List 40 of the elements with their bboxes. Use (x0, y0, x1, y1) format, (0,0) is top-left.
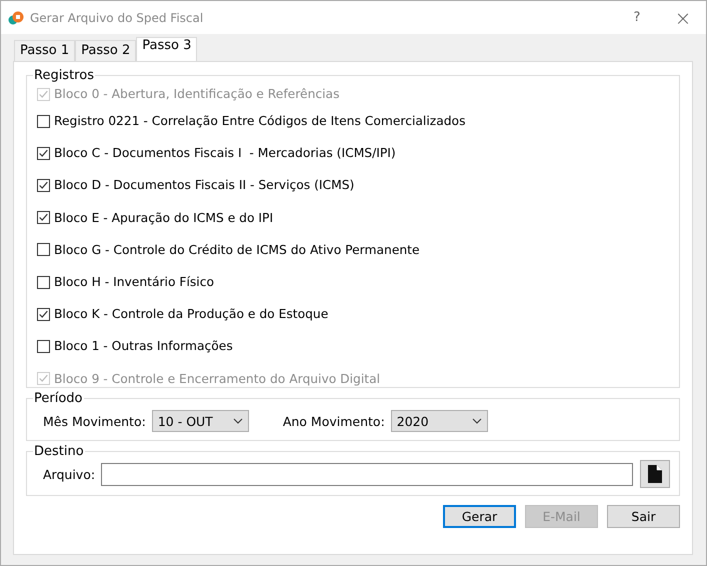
checkbox-label: Bloco 1 - Outras Informações (54, 339, 233, 354)
dialog-button[interactable]: Gerar (443, 505, 516, 528)
checkbox[interactable] (37, 243, 50, 256)
dialog-button[interactable]: Sair (607, 505, 680, 528)
checkbox[interactable] (37, 178, 50, 192)
close-button[interactable]: × (660, 6, 706, 30)
tab[interactable]: Passo 2 (75, 40, 136, 61)
checkbox[interactable] (37, 340, 50, 353)
checkbox-label: Bloco 0 - Abertura, Identificação e Referências (54, 87, 340, 101)
chevron-down-icon (472, 418, 482, 424)
checkbox[interactable] (37, 308, 50, 321)
document-icon (648, 465, 662, 483)
checkbox-label: Bloco G - Controle do Crédito de ICMS do Ativo Permanente (54, 242, 420, 257)
browse-file-button[interactable] (640, 460, 670, 488)
field-label: Arquivo: (43, 466, 96, 482)
tab[interactable]: Passo 1 (14, 40, 76, 61)
tab[interactable]: Passo 3 (136, 37, 198, 61)
checkbox[interactable] (37, 114, 50, 128)
checkbox-label: Bloco E - Apuração do ICMS e do IPI (54, 210, 274, 225)
checkbox-label: Bloco K - Controle da Produção e do Estoque (54, 307, 328, 322)
app-logo-icon (8, 10, 24, 26)
chevron-down-icon (232, 418, 243, 424)
checkbox[interactable] (37, 146, 50, 160)
field-label: Mês Movimento: (43, 414, 146, 428)
checkbox[interactable] (37, 211, 50, 224)
group-title: Destino (33, 444, 85, 459)
help-button[interactable]: ? (614, 10, 660, 25)
window-title: Gerar Arquivo do Sped Fiscal (30, 10, 204, 24)
group-title: Registros (33, 68, 95, 83)
file-path-field[interactable] (101, 462, 633, 486)
checkbox-label: Bloco H - Inventário Físico (54, 275, 214, 290)
field-label: Ano Movimento: (282, 414, 385, 428)
group-title: Período (33, 391, 84, 406)
year-dropdown[interactable]: 2020 (390, 410, 488, 432)
checkbox-label: Bloco 9 - Controle e Encerramento do Arquivo Digital (54, 372, 380, 386)
checkbox[interactable] (37, 276, 50, 289)
month-dropdown[interactable]: 10 - OUT (152, 410, 249, 432)
checkbox-label: Bloco C - Documentos Fiscais I - Mercadorias (ICMS/IPI) (54, 146, 396, 160)
checkbox-label: Bloco D - Documentos Fiscais II - Serviços (ICMS) (54, 178, 354, 192)
checkbox-label: Registro 0221 - Correlação Entre Códigos de Itens Comercializados (54, 114, 466, 128)
